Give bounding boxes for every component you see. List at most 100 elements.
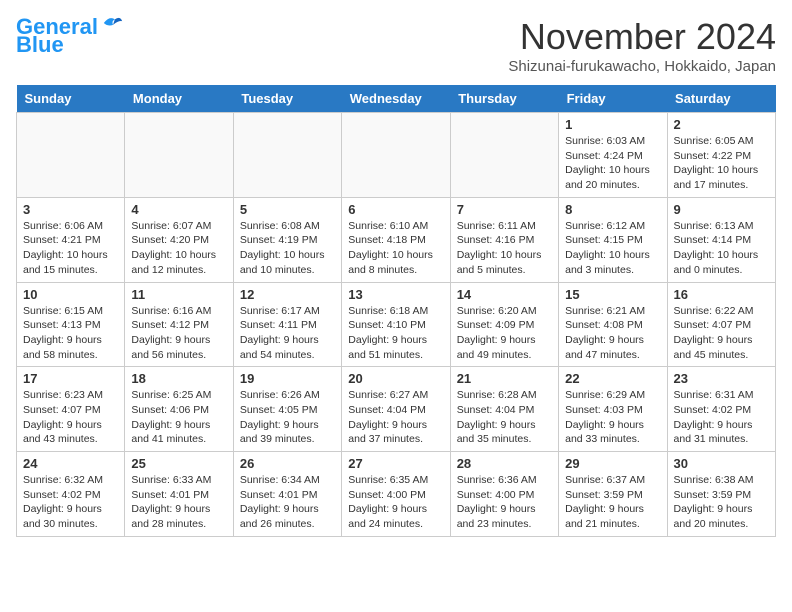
day-number: 29 xyxy=(565,456,660,471)
calendar-cell: 15 Sunrise: 6:21 AM Sunset: 4:08 PM Dayli… xyxy=(559,282,667,367)
day-number: 23 xyxy=(674,371,769,386)
day-info: Sunrise: 6:35 AM Sunset: 4:00 PM Dayligh… xyxy=(348,473,443,532)
calendar-cell xyxy=(233,113,341,198)
day-number: 15 xyxy=(565,287,660,302)
calendar-cell xyxy=(450,113,558,198)
day-info: Sunrise: 6:32 AM Sunset: 4:02 PM Dayligh… xyxy=(23,473,118,532)
day-info: Sunrise: 6:27 AM Sunset: 4:04 PM Dayligh… xyxy=(348,388,443,447)
calendar-cell: 10 Sunrise: 6:15 AM Sunset: 4:13 PM Dayli… xyxy=(17,282,125,367)
calendar-cell xyxy=(125,113,233,198)
day-number: 30 xyxy=(674,456,769,471)
weekday-header-monday: Monday xyxy=(125,85,233,113)
day-number: 13 xyxy=(348,287,443,302)
day-info: Sunrise: 6:21 AM Sunset: 4:08 PM Dayligh… xyxy=(565,304,660,363)
day-number: 27 xyxy=(348,456,443,471)
day-info: Sunrise: 6:06 AM Sunset: 4:21 PM Dayligh… xyxy=(23,219,118,278)
calendar-week-2: 3 Sunrise: 6:06 AM Sunset: 4:21 PM Daylig… xyxy=(17,197,776,282)
day-number: 22 xyxy=(565,371,660,386)
weekday-header-friday: Friday xyxy=(559,85,667,113)
day-info: Sunrise: 6:25 AM Sunset: 4:06 PM Dayligh… xyxy=(131,388,226,447)
day-info: Sunrise: 6:11 AM Sunset: 4:16 PM Dayligh… xyxy=(457,219,552,278)
day-info: Sunrise: 6:03 AM Sunset: 4:24 PM Dayligh… xyxy=(565,134,660,193)
weekday-header-thursday: Thursday xyxy=(450,85,558,113)
day-info: Sunrise: 6:26 AM Sunset: 4:05 PM Dayligh… xyxy=(240,388,335,447)
calendar-week-1: 1 Sunrise: 6:03 AM Sunset: 4:24 PM Daylig… xyxy=(17,113,776,198)
logo-blue: Blue xyxy=(16,34,64,56)
day-info: Sunrise: 6:37 AM Sunset: 3:59 PM Dayligh… xyxy=(565,473,660,532)
day-number: 20 xyxy=(348,371,443,386)
day-info: Sunrise: 6:34 AM Sunset: 4:01 PM Dayligh… xyxy=(240,473,335,532)
calendar-cell: 7 Sunrise: 6:11 AM Sunset: 4:16 PM Daylig… xyxy=(450,197,558,282)
day-info: Sunrise: 6:23 AM Sunset: 4:07 PM Dayligh… xyxy=(23,388,118,447)
calendar-cell: 30 Sunrise: 6:38 AM Sunset: 3:59 PM Dayli… xyxy=(667,452,775,537)
day-number: 18 xyxy=(131,371,226,386)
day-info: Sunrise: 6:18 AM Sunset: 4:10 PM Dayligh… xyxy=(348,304,443,363)
day-info: Sunrise: 6:08 AM Sunset: 4:19 PM Dayligh… xyxy=(240,219,335,278)
day-number: 12 xyxy=(240,287,335,302)
day-info: Sunrise: 6:15 AM Sunset: 4:13 PM Dayligh… xyxy=(23,304,118,363)
day-number: 7 xyxy=(457,202,552,217)
day-info: Sunrise: 6:12 AM Sunset: 4:15 PM Dayligh… xyxy=(565,219,660,278)
calendar-cell: 20 Sunrise: 6:27 AM Sunset: 4:04 PM Dayli… xyxy=(342,367,450,452)
day-number: 4 xyxy=(131,202,226,217)
day-number: 3 xyxy=(23,202,118,217)
calendar-cell: 18 Sunrise: 6:25 AM Sunset: 4:06 PM Dayli… xyxy=(125,367,233,452)
calendar-cell: 22 Sunrise: 6:29 AM Sunset: 4:03 PM Dayli… xyxy=(559,367,667,452)
location-subtitle: Shizunai-furukawacho, Hokkaido, Japan xyxy=(508,58,776,75)
calendar-cell: 5 Sunrise: 6:08 AM Sunset: 4:19 PM Daylig… xyxy=(233,197,341,282)
day-info: Sunrise: 6:31 AM Sunset: 4:02 PM Dayligh… xyxy=(674,388,769,447)
calendar-cell: 29 Sunrise: 6:37 AM Sunset: 3:59 PM Dayli… xyxy=(559,452,667,537)
day-number: 10 xyxy=(23,287,118,302)
day-info: Sunrise: 6:10 AM Sunset: 4:18 PM Dayligh… xyxy=(348,219,443,278)
calendar-cell: 11 Sunrise: 6:16 AM Sunset: 4:12 PM Dayli… xyxy=(125,282,233,367)
calendar-cell: 14 Sunrise: 6:20 AM Sunset: 4:09 PM Dayli… xyxy=(450,282,558,367)
day-number: 25 xyxy=(131,456,226,471)
weekday-header-saturday: Saturday xyxy=(667,85,775,113)
calendar-cell: 25 Sunrise: 6:33 AM Sunset: 4:01 PM Dayli… xyxy=(125,452,233,537)
day-number: 11 xyxy=(131,287,226,302)
day-info: Sunrise: 6:38 AM Sunset: 3:59 PM Dayligh… xyxy=(674,473,769,532)
calendar-table: SundayMondayTuesdayWednesdayThursdayFrid… xyxy=(16,85,776,537)
logo: General Blue xyxy=(16,16,124,56)
day-info: Sunrise: 6:20 AM Sunset: 4:09 PM Dayligh… xyxy=(457,304,552,363)
calendar-cell: 19Sunrise: 6:26 AM Sunset: 4:05 PM Dayli… xyxy=(233,367,341,452)
day-number: 1 xyxy=(565,117,660,132)
day-number: 5 xyxy=(240,202,335,217)
calendar-cell: 23 Sunrise: 6:31 AM Sunset: 4:02 PM Dayli… xyxy=(667,367,775,452)
day-info: Sunrise: 6:16 AM Sunset: 4:12 PM Dayligh… xyxy=(131,304,226,363)
day-info: Sunrise: 6:22 AM Sunset: 4:07 PM Dayligh… xyxy=(674,304,769,363)
calendar-cell: 13 Sunrise: 6:18 AM Sunset: 4:10 PM Dayli… xyxy=(342,282,450,367)
day-number: 2 xyxy=(674,117,769,132)
calendar-cell xyxy=(342,113,450,198)
day-number: 14 xyxy=(457,287,552,302)
day-number: 17 xyxy=(23,371,118,386)
day-number: 9 xyxy=(674,202,769,217)
day-number: 28 xyxy=(457,456,552,471)
day-info: Sunrise: 6:17 AM Sunset: 4:11 PM Dayligh… xyxy=(240,304,335,363)
logo-bird-icon xyxy=(102,15,124,31)
calendar-cell: 21 Sunrise: 6:28 AM Sunset: 4:04 PM Dayli… xyxy=(450,367,558,452)
calendar-week-4: 17 Sunrise: 6:23 AM Sunset: 4:07 PM Dayli… xyxy=(17,367,776,452)
title-area: November 2024 Shizunai-furukawacho, Hokk… xyxy=(508,16,776,75)
day-info: Sunrise: 6:07 AM Sunset: 4:20 PM Dayligh… xyxy=(131,219,226,278)
day-number: 16 xyxy=(674,287,769,302)
calendar-cell: 4 Sunrise: 6:07 AM Sunset: 4:20 PM Daylig… xyxy=(125,197,233,282)
day-info: Sunrise: 6:13 AM Sunset: 4:14 PM Dayligh… xyxy=(674,219,769,278)
calendar-week-3: 10 Sunrise: 6:15 AM Sunset: 4:13 PM Dayli… xyxy=(17,282,776,367)
weekday-header-sunday: Sunday xyxy=(17,85,125,113)
day-info: Sunrise: 6:33 AM Sunset: 4:01 PM Dayligh… xyxy=(131,473,226,532)
calendar-cell: 26Sunrise: 6:34 AM Sunset: 4:01 PM Dayli… xyxy=(233,452,341,537)
day-number: 8 xyxy=(565,202,660,217)
day-info: Sunrise: 6:05 AM Sunset: 4:22 PM Dayligh… xyxy=(674,134,769,193)
calendar-cell: 3 Sunrise: 6:06 AM Sunset: 4:21 PM Daylig… xyxy=(17,197,125,282)
month-title: November 2024 xyxy=(508,16,776,58)
day-info: Sunrise: 6:36 AM Sunset: 4:00 PM Dayligh… xyxy=(457,473,552,532)
weekday-header-tuesday: Tuesday xyxy=(233,85,341,113)
calendar-cell: 28 Sunrise: 6:36 AM Sunset: 4:00 PM Dayli… xyxy=(450,452,558,537)
day-info: Sunrise: 6:28 AM Sunset: 4:04 PM Dayligh… xyxy=(457,388,552,447)
day-number: 21 xyxy=(457,371,552,386)
calendar-cell: 1 Sunrise: 6:03 AM Sunset: 4:24 PM Daylig… xyxy=(559,113,667,198)
weekday-header-wednesday: Wednesday xyxy=(342,85,450,113)
calendar-cell: 17 Sunrise: 6:23 AM Sunset: 4:07 PM Dayli… xyxy=(17,367,125,452)
day-info: Sunrise: 6:29 AM Sunset: 4:03 PM Dayligh… xyxy=(565,388,660,447)
